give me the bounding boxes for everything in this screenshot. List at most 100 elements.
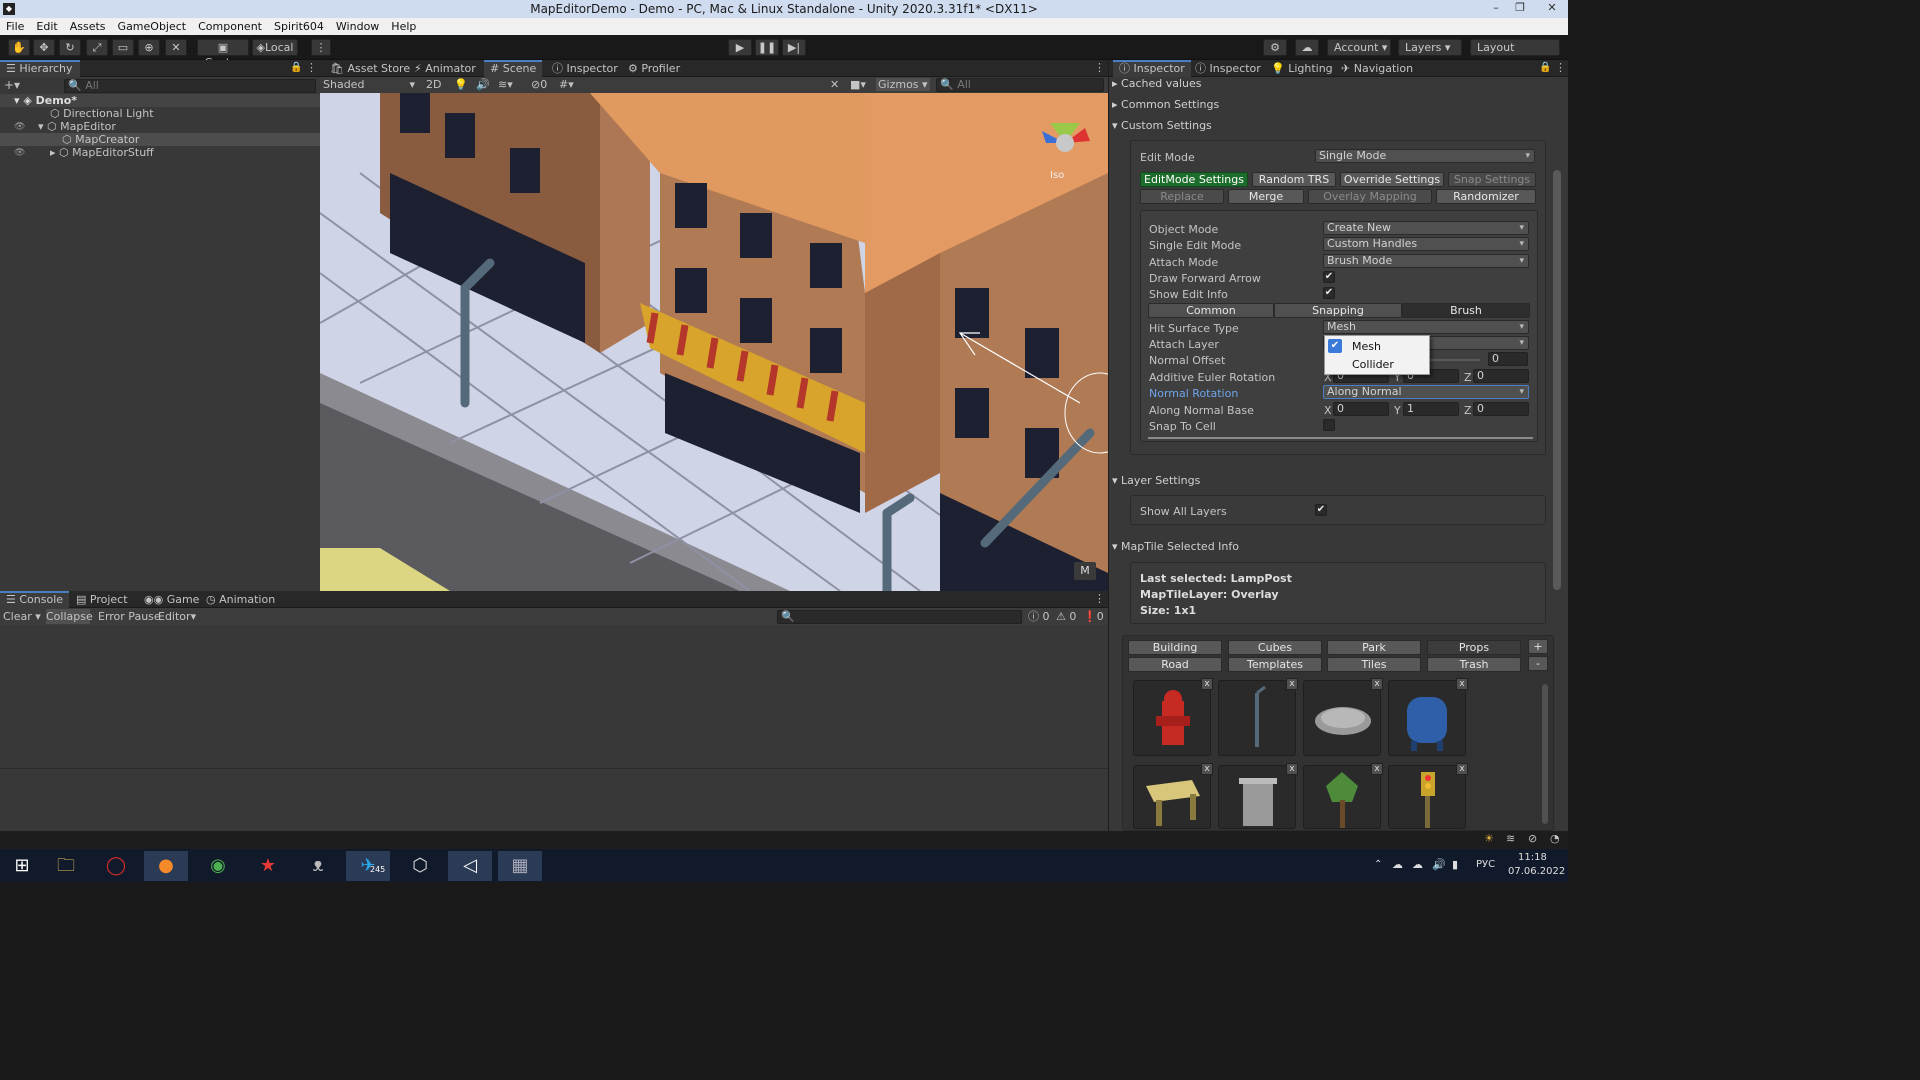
pause-button[interactable]: ❚❚ bbox=[755, 39, 779, 56]
menu-edit[interactable]: Edit bbox=[30, 18, 63, 35]
scene-menu-icon[interactable]: ⋮ bbox=[1094, 61, 1105, 74]
effects-toggle-icon[interactable]: ≋▾ bbox=[498, 77, 513, 92]
normal-offset-input[interactable]: 0 bbox=[1488, 352, 1528, 366]
tab-animation[interactable]: ◷ Animation bbox=[200, 591, 281, 608]
editor-dropdown[interactable]: Editor▾ bbox=[158, 609, 196, 624]
override-settings-button[interactable]: Override Settings bbox=[1340, 172, 1444, 187]
minimize-button[interactable]: – bbox=[1484, 0, 1508, 18]
tab-console[interactable]: ☰ Console bbox=[0, 591, 70, 608]
add-object-button[interactable]: +▾ bbox=[4, 78, 20, 92]
error-count[interactable]: ❗0 bbox=[1083, 609, 1104, 624]
cache-icon[interactable]: ≋ bbox=[1506, 832, 1515, 845]
menu-assets[interactable]: Assets bbox=[64, 18, 112, 35]
tray-volume-icon[interactable]: 🔊 bbox=[1432, 858, 1446, 871]
show-all-layers-checkbox[interactable]: ✔ bbox=[1315, 504, 1327, 516]
2d-toggle[interactable]: 2D bbox=[426, 77, 446, 92]
show-edit-info-checkbox[interactable]: ✔ bbox=[1323, 287, 1335, 299]
progress-icon[interactable]: ◔ bbox=[1550, 832, 1560, 845]
remove-prefab-button-2[interactable]: x bbox=[1286, 678, 1298, 690]
pivot-center-button[interactable]: ▣ Center bbox=[197, 39, 249, 69]
prefab-kiosk[interactable]: x bbox=[1133, 763, 1213, 829]
tab-scene[interactable]: # Scene bbox=[484, 60, 543, 77]
move-tool-icon[interactable]: ✥ bbox=[33, 39, 55, 56]
draw-forward-arrow-checkbox[interactable]: ✔ bbox=[1323, 271, 1335, 283]
collapse-toggle[interactable]: Collapse bbox=[46, 609, 93, 624]
additive-euler-z[interactable]: 0 bbox=[1473, 369, 1529, 383]
tray-signal-icon[interactable]: ▮ bbox=[1452, 858, 1458, 871]
hierarchy-item-mapeditor[interactable]: ▾ ⬡ MapEditor bbox=[38, 120, 116, 133]
prefab-tree[interactable]: x bbox=[1303, 763, 1383, 829]
tab-game[interactable]: ◉◉ Game bbox=[138, 591, 205, 608]
rect-tool-icon[interactable]: ▭ bbox=[112, 39, 134, 56]
tab-inspector-2[interactable]: ⓘ Inspector bbox=[546, 60, 624, 77]
camera-icon[interactable]: ■▾ bbox=[850, 77, 866, 92]
remove-prefab-button-3[interactable]: x bbox=[1371, 678, 1383, 690]
category-building[interactable]: Building bbox=[1128, 640, 1222, 655]
inspector-menu-icon[interactable]: ⋮ bbox=[1555, 61, 1566, 74]
opera-icon[interactable]: ◯ bbox=[94, 851, 138, 881]
prefab-manhole[interactable]: x bbox=[1303, 678, 1383, 756]
add-category-button[interactable]: + bbox=[1528, 639, 1548, 654]
object-mode-dropdown[interactable]: Create New bbox=[1323, 221, 1529, 235]
grid-toggle-icon[interactable]: #▾ bbox=[559, 77, 574, 92]
tray-network-icon[interactable]: ☁ bbox=[1392, 858, 1403, 871]
replace-button[interactable]: Replace bbox=[1140, 189, 1224, 204]
explorer-icon[interactable]: 🗀 bbox=[44, 851, 88, 881]
attach-mode-dropdown[interactable]: Brush Mode bbox=[1323, 254, 1529, 268]
option-mesh[interactable]: Mesh bbox=[1352, 340, 1381, 353]
layout-dropdown[interactable]: Layout bbox=[1470, 39, 1560, 56]
prefab-scrollbar[interactable] bbox=[1542, 684, 1548, 824]
cloud-icon[interactable]: ☁ bbox=[1295, 39, 1319, 56]
collab-icon[interactable]: ⚙ bbox=[1263, 39, 1287, 56]
transform-tool-icon[interactable]: ⊕ bbox=[138, 39, 160, 56]
console-search-input[interactable]: 🔍 bbox=[777, 610, 1022, 624]
category-road[interactable]: Road bbox=[1128, 657, 1222, 672]
play-button[interactable]: ▶ bbox=[728, 39, 752, 56]
category-park[interactable]: Park bbox=[1327, 640, 1421, 655]
section-cached-values[interactable]: ▸ Cached values bbox=[1112, 75, 1564, 93]
randomizer-button[interactable]: Randomizer bbox=[1436, 189, 1536, 204]
tab-asset-store[interactable]: 🛍 Asset Store bbox=[324, 60, 416, 77]
clock-time[interactable]: 11:18 bbox=[1518, 852, 1547, 863]
gizmos-dropdown[interactable]: Gizmos ▾ bbox=[876, 78, 930, 91]
visual-studio-icon[interactable]: ▦ bbox=[498, 851, 542, 881]
lighting-toggle-icon[interactable]: 💡 bbox=[454, 77, 468, 92]
section-maptile-selected-info[interactable]: ▾ MapTile Selected Info bbox=[1112, 538, 1564, 556]
remove-prefab-button-7[interactable]: x bbox=[1371, 763, 1383, 775]
scene-search-input[interactable]: 🔍 All bbox=[936, 78, 1104, 92]
along-normal-x[interactable]: 0 bbox=[1333, 402, 1389, 416]
option-collider[interactable]: Collider bbox=[1352, 358, 1394, 371]
category-cubes[interactable]: Cubes bbox=[1228, 640, 1322, 655]
prefab-fire-hydrant[interactable]: x bbox=[1133, 678, 1213, 756]
remove-prefab-button-4[interactable]: x bbox=[1456, 678, 1468, 690]
pivot-local-button[interactable]: ◈Local bbox=[252, 39, 298, 56]
info-count[interactable]: ⓘ 0 bbox=[1028, 609, 1050, 624]
remove-category-button[interactable]: - bbox=[1528, 656, 1548, 671]
firefox-icon[interactable]: ● bbox=[144, 851, 188, 881]
category-trash[interactable]: Trash bbox=[1427, 657, 1521, 672]
subtab-common[interactable]: Common bbox=[1148, 303, 1274, 318]
prefab-traffic-light[interactable]: x bbox=[1388, 763, 1468, 829]
category-templates[interactable]: Templates bbox=[1228, 657, 1322, 672]
subtab-brush[interactable]: Brush bbox=[1402, 303, 1530, 318]
hit-surface-type-dropdown[interactable]: Mesh bbox=[1323, 320, 1529, 334]
hidden-objects-icon[interactable]: ⊘0 bbox=[531, 77, 547, 92]
single-edit-mode-dropdown[interactable]: Custom Handles bbox=[1323, 237, 1529, 251]
remove-prefab-button-8[interactable]: x bbox=[1456, 763, 1468, 775]
scene-viewport[interactable]: Iso bbox=[320, 93, 1108, 591]
menu-gameobject[interactable]: GameObject bbox=[112, 18, 193, 35]
inspector-lock-icon[interactable]: 🔒 bbox=[1539, 62, 1551, 73]
random-trs-button[interactable]: Random TRS bbox=[1252, 172, 1336, 187]
app-star-icon[interactable]: ★ bbox=[246, 851, 290, 881]
remove-prefab-button-5[interactable]: x bbox=[1201, 763, 1213, 775]
audio-toggle-icon[interactable]: 🔊 bbox=[476, 77, 490, 92]
unity-icon[interactable]: ◁ bbox=[448, 851, 492, 881]
subtab-snapping[interactable]: Snapping bbox=[1274, 303, 1402, 318]
category-props[interactable]: Props bbox=[1427, 640, 1521, 655]
rotate-tool-icon[interactable]: ↻ bbox=[59, 39, 81, 56]
tab-profiler[interactable]: ⚙ Profiler bbox=[622, 60, 686, 77]
remove-prefab-button-6[interactable]: x bbox=[1286, 763, 1298, 775]
step-button[interactable]: ▶| bbox=[782, 39, 806, 56]
shading-dropdown[interactable]: Shaded ▾ bbox=[323, 77, 417, 92]
overlay-mapping-button[interactable]: Overlay Mapping bbox=[1308, 189, 1432, 204]
